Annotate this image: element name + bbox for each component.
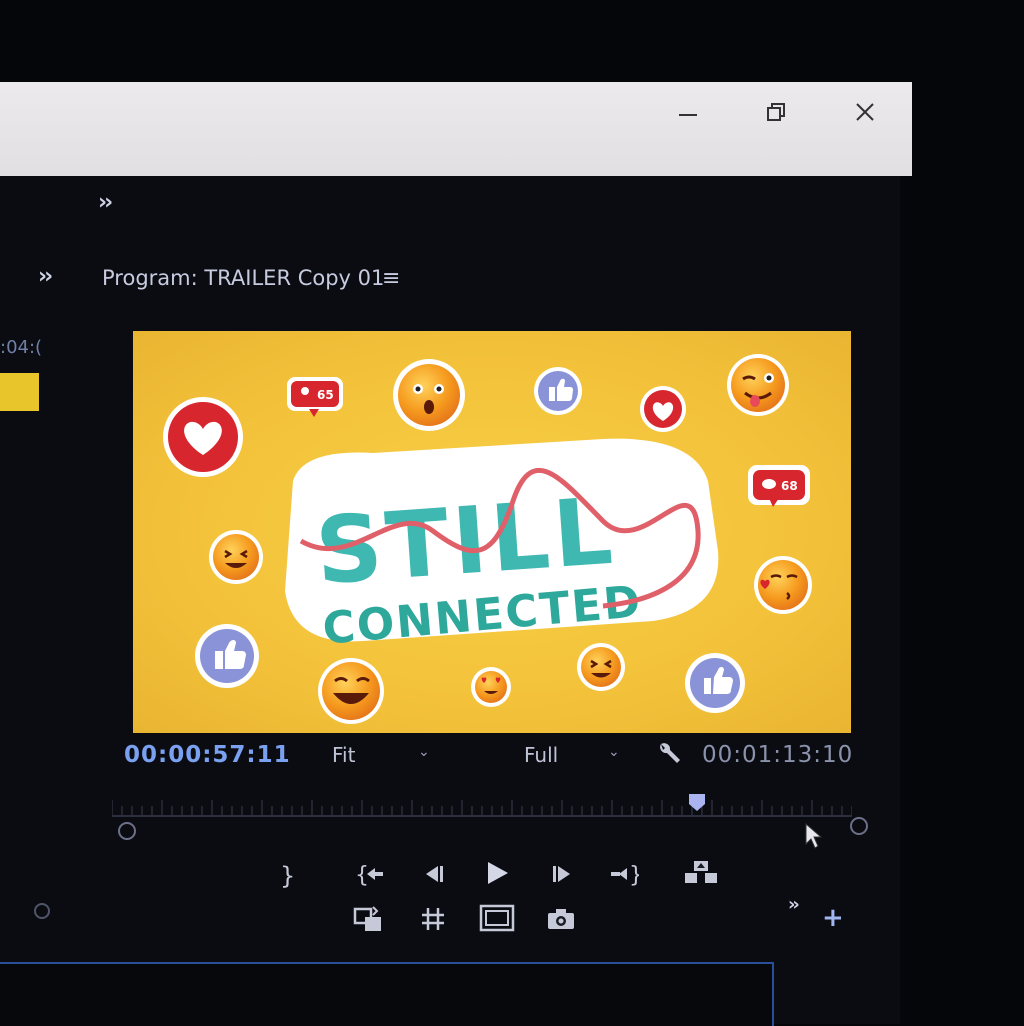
badge-count-2: 68: [781, 479, 798, 493]
go-to-out-icon[interactable]: }: [608, 858, 640, 890]
add-button-icon[interactable]: +: [822, 903, 844, 933]
zoom-scroll-handle-right[interactable]: [850, 817, 868, 835]
minimize-icon: [679, 114, 697, 116]
panel-overflow-icon[interactable]: ››: [38, 264, 53, 289]
zoom-level-select[interactable]: Fit: [332, 743, 355, 767]
current-timecode[interactable]: 00:00:57:11: [124, 742, 291, 768]
notification-badge-sticker-2: 68: [748, 465, 810, 507]
heart-reaction-sticker-small: [640, 386, 686, 432]
chevron-down-icon[interactable]: ⌄: [418, 744, 430, 760]
winking-tongue-emoji-sticker: [727, 354, 789, 416]
minimize-button[interactable]: [668, 92, 708, 132]
close-icon: [856, 103, 874, 121]
heart-eyes-emoji-sticker: [471, 667, 511, 707]
mouse-cursor-icon: [804, 822, 824, 854]
grinning-emoji-sticker: [577, 643, 625, 691]
svg-text:}: }: [280, 862, 295, 888]
comparison-view-icon[interactable]: [478, 902, 516, 934]
svg-text:}: }: [629, 863, 639, 886]
loop-icon[interactable]: [352, 904, 384, 934]
duration-timecode: 00:01:13:10: [702, 742, 854, 768]
program-monitor-video[interactable]: 65 68 STILL CONNECTED: [133, 331, 851, 733]
lift-icon[interactable]: [682, 856, 720, 888]
time-ruler[interactable]: [111, 796, 853, 818]
transport-overflow-icon[interactable]: ››: [788, 894, 800, 915]
workspaces-overflow-icon[interactable]: ››: [98, 190, 113, 215]
program-monitor-title[interactable]: Program: TRAILER Copy 01: [102, 266, 384, 290]
panel-handle-icon[interactable]: [34, 903, 50, 919]
timeline-clip[interactable]: [0, 373, 39, 411]
kissing-emoji-sticker: [754, 556, 812, 614]
playback-resolution-select[interactable]: Full: [524, 743, 558, 767]
surprised-emoji-sticker: [393, 359, 465, 431]
chevron-down-icon[interactable]: ⌄: [608, 744, 620, 760]
hamburger-menu-icon[interactable]: ≡: [382, 266, 400, 291]
close-button[interactable]: [845, 92, 885, 132]
play-icon[interactable]: [482, 856, 512, 890]
step-back-icon[interactable]: [420, 858, 448, 890]
step-forward-icon[interactable]: [548, 858, 576, 890]
big-laugh-emoji-sticker: [318, 658, 384, 724]
playhead[interactable]: [687, 792, 707, 816]
like-reaction-sticker-2: [195, 624, 259, 688]
timeline-panel[interactable]: [0, 962, 774, 1026]
svg-text:{: {: [355, 863, 369, 886]
go-to-in-icon[interactable]: {: [354, 858, 386, 890]
zoom-scroll-handle-left[interactable]: [118, 822, 136, 840]
source-timecode: :04:(: [0, 337, 43, 358]
mark-out-icon[interactable]: }: [276, 858, 300, 890]
export-frame-icon[interactable]: [544, 904, 578, 934]
heart-reaction-sticker: [163, 397, 243, 477]
badge-count-1: 65: [317, 388, 334, 402]
like-reaction-sticker-3: [685, 653, 745, 713]
wrench-settings-icon[interactable]: [655, 740, 683, 772]
restore-button[interactable]: [756, 92, 796, 132]
video-frame-artwork: 65 68 STILL CONNECTED: [163, 354, 812, 724]
restore-icon: [767, 103, 785, 121]
safe-margins-icon[interactable]: [418, 904, 448, 934]
laughing-emoji-sticker: [209, 530, 263, 584]
notification-badge-sticker: 65: [287, 377, 343, 417]
like-reaction-sticker: [534, 367, 582, 415]
